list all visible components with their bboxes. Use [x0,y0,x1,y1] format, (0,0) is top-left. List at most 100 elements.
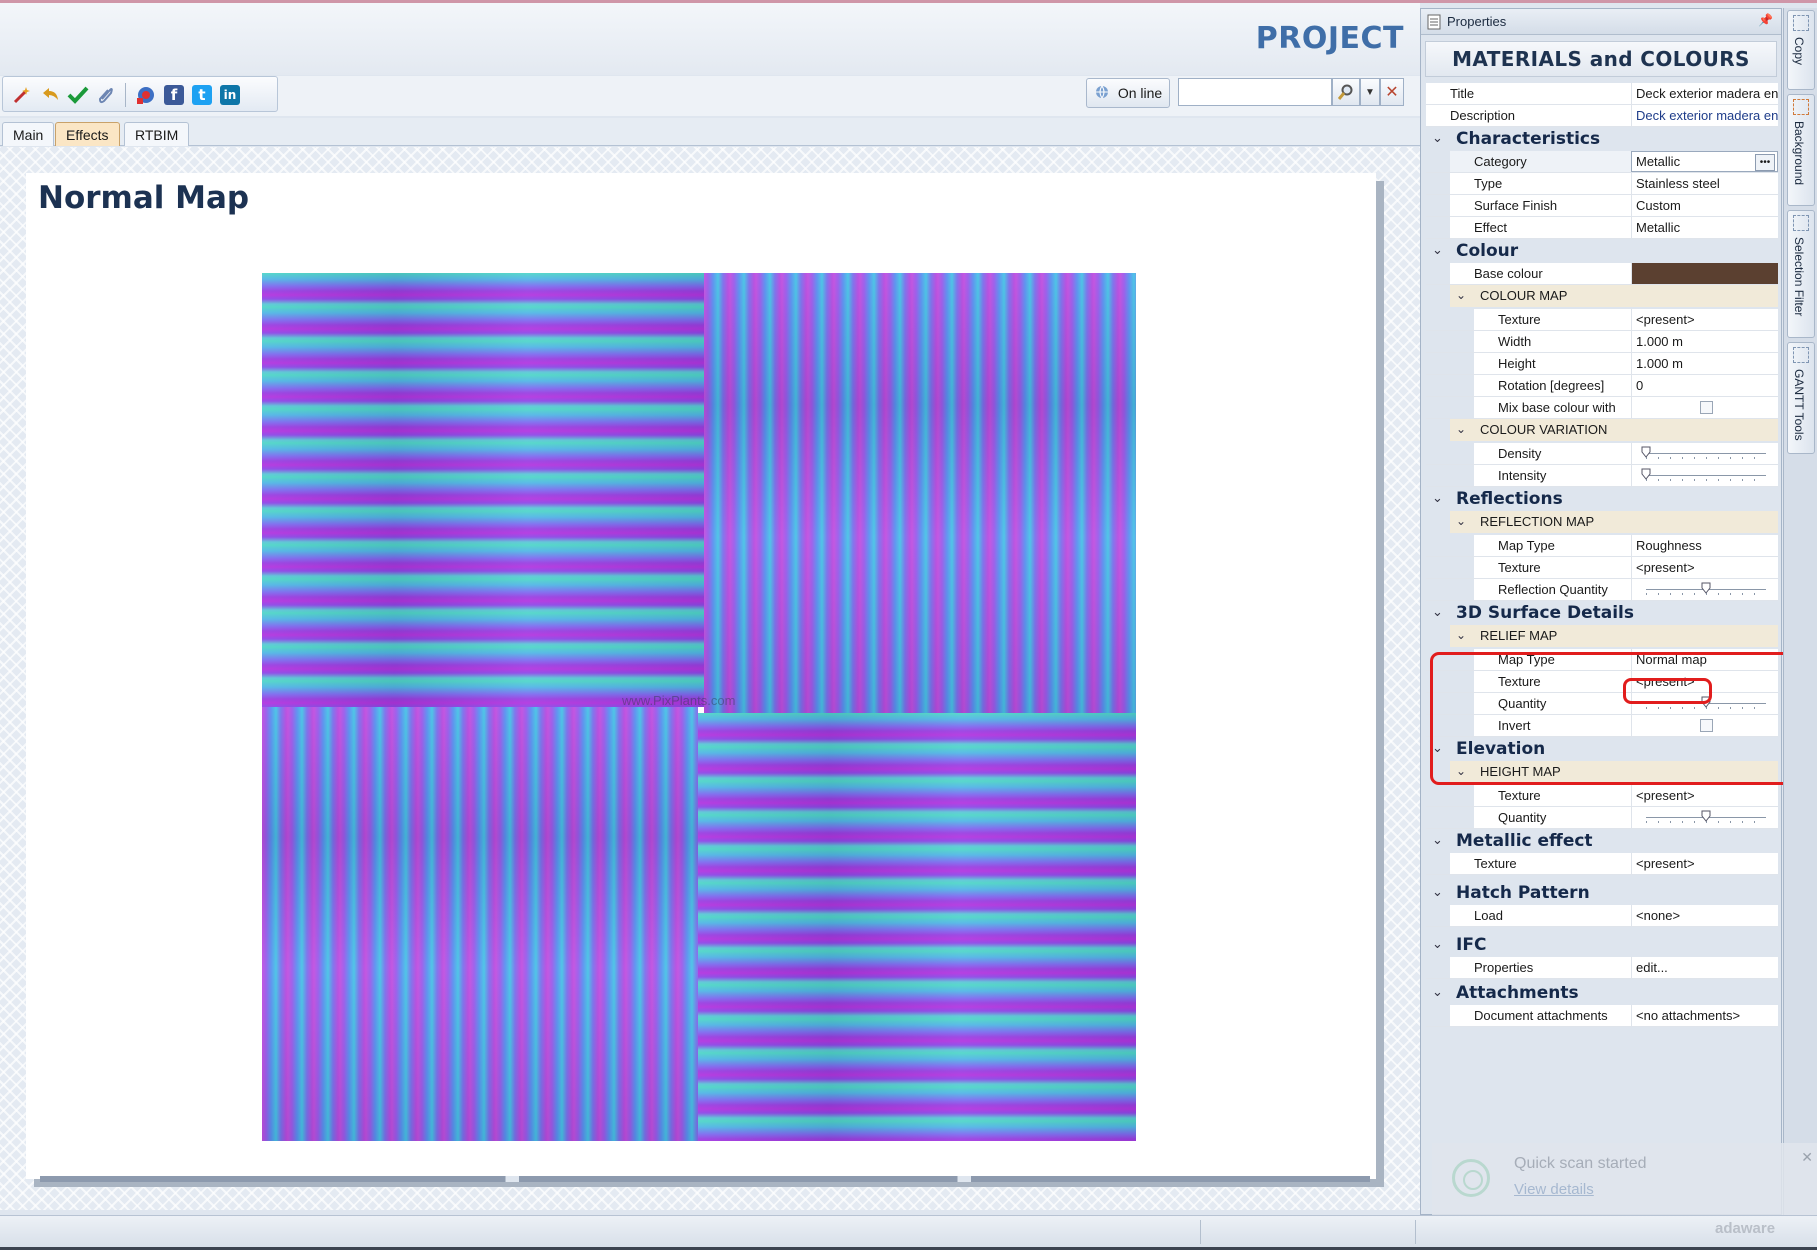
chevron-down-icon[interactable]: ⌄ [1432,884,1443,900]
check-icon[interactable] [65,82,91,108]
normal-map-quadrant-top-left [262,273,704,707]
subcategory-colour-variation[interactable]: ⌄ COLOUR VARIATION [1426,419,1778,441]
property-row-height[interactable]: Height 1.000 m [1426,353,1778,375]
paperclip-icon[interactable] [93,82,119,108]
side-tab-selection-filter[interactable]: Selection Filter [1787,210,1815,338]
property-row-rotation[interactable]: Rotation [degrees] 0 [1426,375,1778,397]
colour-swatch[interactable] [1632,263,1778,284]
linkedin-icon[interactable]: in [217,82,243,108]
page-title: Normal Map [38,180,250,216]
property-row-reflection-map-type[interactable]: Map Type Roughness [1426,535,1778,557]
property-row-colour-map-texture[interactable]: Texture <present> [1426,309,1778,331]
property-row-effect[interactable]: Effect Metallic [1426,217,1778,239]
toast-title: Quick scan started [1514,1155,1647,1172]
property-row-title[interactable]: Title Deck exterior madera en [1426,83,1778,105]
chevron-down-icon[interactable]: ⌄ [1456,288,1466,302]
reflection-quantity-slider-thumb[interactable] [1701,582,1711,594]
category-hatch-pattern[interactable]: ⌄ Hatch Pattern [1426,881,1778,905]
chevron-down-icon[interactable]: ⌄ [1432,604,1443,620]
search-input[interactable] [1178,78,1332,106]
intensity-slider-thumb[interactable] [1641,468,1651,480]
normal-map-quadrant-bottom-right [698,713,1136,1141]
category-metallic-effect[interactable]: ⌄ Metallic effect [1426,829,1778,853]
property-row-mix-base-colour[interactable]: Mix base colour with [1426,397,1778,419]
property-row-height-quantity[interactable]: Quantity [1426,807,1778,829]
property-row-width[interactable]: Width 1.000 m [1426,331,1778,353]
chevron-down-icon[interactable]: ⌄ [1432,936,1443,952]
image-watermark: www.PixPlants.com [622,693,736,708]
category-reflections[interactable]: ⌄ Reflections [1426,487,1778,511]
category-colour[interactable]: ⌄ Colour [1426,239,1778,263]
property-row-description[interactable]: Description Deck exterior madera en [1426,105,1778,127]
property-row-load[interactable]: Load <none> [1426,905,1778,927]
notification-toast[interactable]: Quick scan started View details ✕ [1432,1143,1817,1215]
property-row-density[interactable]: Density [1426,443,1778,465]
base-colour-swatch-cell[interactable] [1631,263,1778,284]
status-separator [1415,1220,1416,1244]
subcategory-reflection-map[interactable]: ⌄ REFLECTION MAP [1426,511,1778,533]
header: PROJECT [0,3,1420,75]
magic-wand-icon[interactable] [9,82,35,108]
density-slider-thumb[interactable] [1641,446,1651,458]
adaware-logo: adaware [1715,1220,1776,1237]
facebook-icon[interactable]: f [161,82,187,108]
property-row-surface-finish[interactable]: Surface Finish Custom [1426,195,1778,217]
twitter-icon[interactable]: t [189,82,215,108]
property-row-height-texture[interactable]: Texture <present> [1426,785,1778,807]
status-separator [1200,1220,1201,1244]
toolbar: f t in On line ▼ ✕ [0,76,1420,116]
chevron-down-icon[interactable]: ⌄ [1456,628,1466,642]
properties-panel: Properties 📌 MATERIALS and COLOURS Title… [1420,8,1782,1215]
normal-map-highlight [1623,678,1712,704]
height-quantity-slider-thumb[interactable] [1701,810,1711,822]
property-row-reflection-quantity[interactable]: Reflection Quantity [1426,579,1778,601]
toolbar-separator [125,83,126,107]
network-icon[interactable] [133,82,159,108]
property-row-reflection-texture[interactable]: Texture <present> [1426,557,1778,579]
close-icon[interactable]: ✕ [1801,1149,1813,1166]
chevron-down-icon[interactable]: ⌄ [1432,490,1443,506]
scan-icon [1452,1159,1490,1197]
side-tab-background[interactable]: Background [1787,94,1815,206]
category-ifc[interactable]: ⌄ IFC [1426,933,1778,957]
online-button[interactable]: On line [1086,78,1170,108]
chevron-down-icon[interactable]: ⌄ [1432,832,1443,848]
side-tab-copy[interactable]: Copy [1787,10,1815,90]
property-row-category[interactable]: Category Metallic ••• [1426,151,1778,173]
mix-checkbox[interactable] [1700,401,1713,414]
tab-rtbim[interactable]: RTBIM [124,122,190,146]
subcategory-colour-map[interactable]: ⌄ COLOUR MAP [1426,285,1778,307]
ellipsis-button[interactable]: ••• [1755,154,1775,171]
category-3d-surface-details[interactable]: ⌄ 3D Surface Details [1426,601,1778,625]
tab-effects[interactable]: Effects [55,122,120,146]
property-row-document-attachments[interactable]: Document attachments <no attachments> [1426,1005,1778,1027]
tab-main[interactable]: Main [2,122,55,146]
pin-icon[interactable]: 📌 [1758,13,1773,27]
property-row-intensity[interactable]: Intensity [1426,465,1778,487]
property-row-ifc-properties[interactable]: Properties edit... [1426,957,1778,979]
subcategory-relief-map[interactable]: ⌄ RELIEF MAP [1426,625,1778,647]
property-row-type[interactable]: Type Stainless steel [1426,173,1778,195]
undo-icon[interactable] [37,82,63,108]
horizontal-scrollbar[interactable] [40,1176,1370,1182]
property-row-base-colour[interactable]: Base colour [1426,263,1778,285]
chevron-down-icon[interactable]: ⌄ [1432,242,1443,258]
project-title: PROJECT [1255,21,1404,56]
search-clear-button[interactable]: ✕ [1380,78,1404,106]
online-label: On line [1117,85,1163,101]
toolbar-group: f t in [2,76,278,112]
chevron-down-icon[interactable]: ⌄ [1432,130,1443,146]
search-button[interactable] [1332,78,1360,106]
side-tab-gantt-tools[interactable]: GANTT Tools [1787,342,1815,454]
view-details-link[interactable]: View details [1514,1181,1594,1198]
gantt-icon [1793,347,1809,363]
search-dropdown-button[interactable]: ▼ [1360,78,1380,106]
property-row-metallic-texture[interactable]: Texture <present> [1426,853,1778,875]
category-value[interactable]: Metallic ••• [1631,151,1778,172]
chevron-down-icon[interactable]: ⌄ [1456,422,1466,436]
chevron-down-icon[interactable]: ⌄ [1456,514,1466,528]
category-characteristics[interactable]: ⌄ Characteristics [1426,127,1778,151]
side-tab-strip: Copy Background Selection Filter GANTT T… [1783,8,1817,1215]
chevron-down-icon[interactable]: ⌄ [1432,984,1443,1000]
category-attachments[interactable]: ⌄ Attachments [1426,981,1778,1005]
